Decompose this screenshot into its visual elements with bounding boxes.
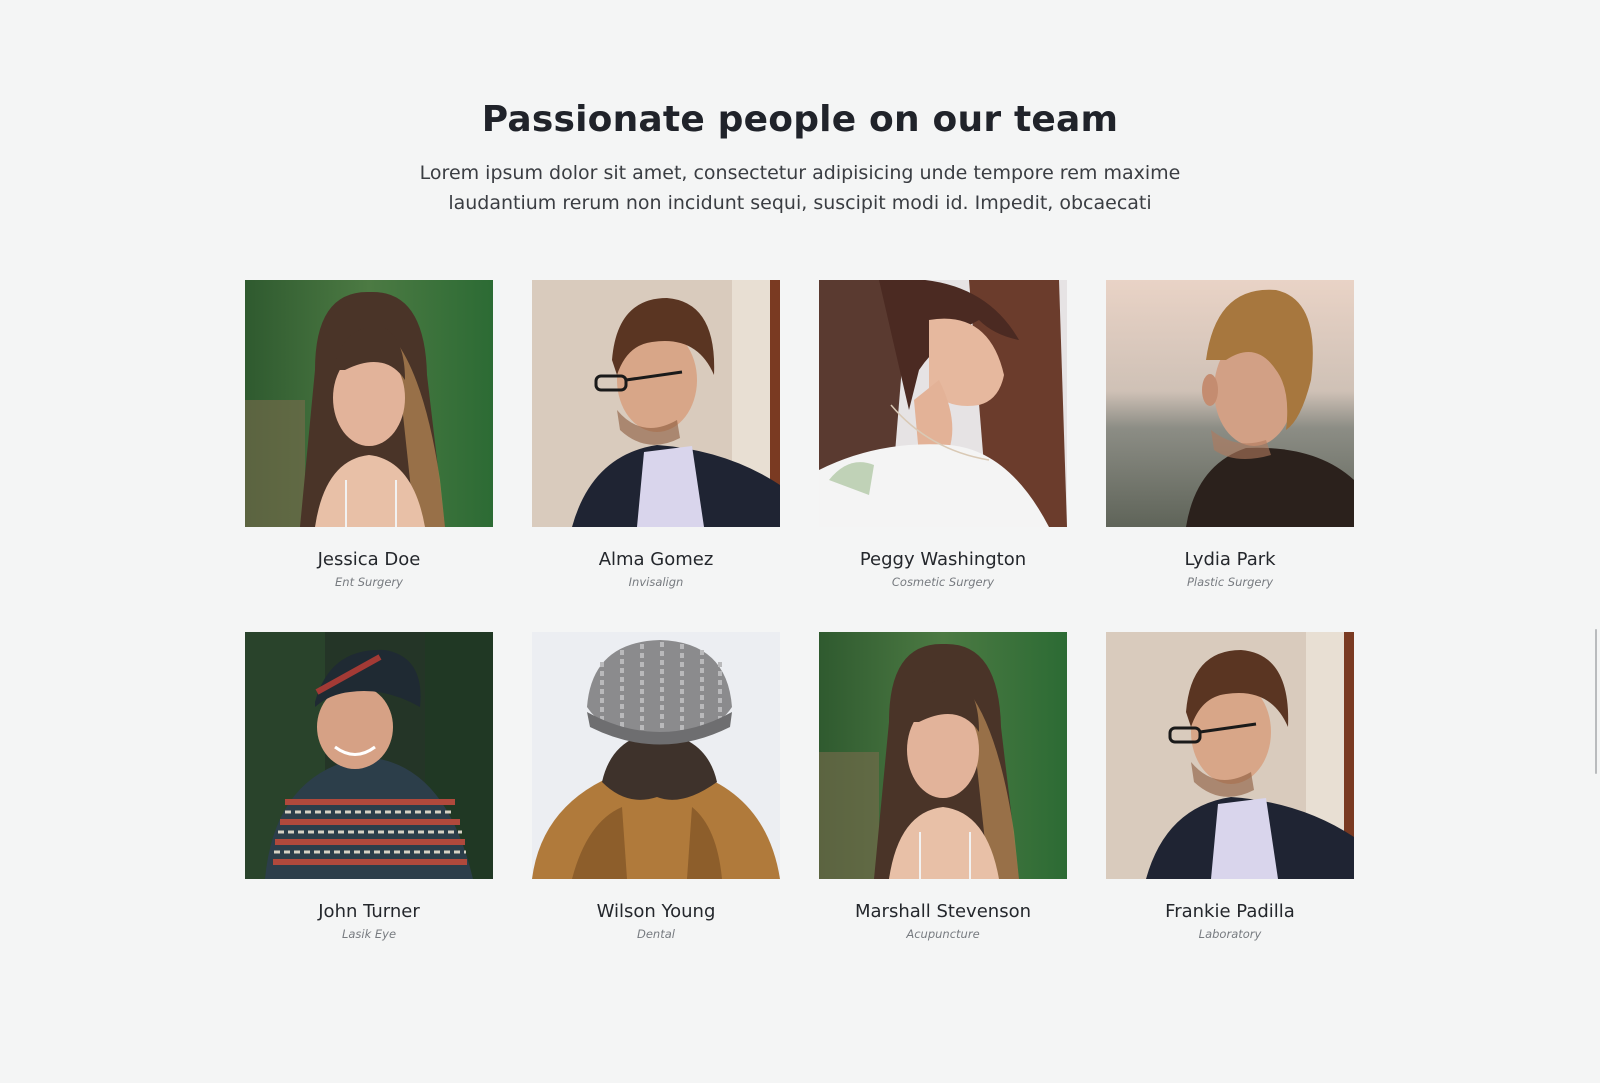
team-member-name[interactable]: Peggy Washington [819,548,1067,572]
photo-knit-hat [532,632,780,879]
team-section: Passionate people on our team Lorem ipsu… [0,0,1600,1083]
team-member-card[interactable]: Marshall Stevenson Acupuncture [819,632,1067,984]
team-member-card[interactable]: John Turner Lasik Eye [245,632,493,984]
photo-man-glasses [1106,632,1354,879]
team-grid: Jessica Doe Ent Surgery Alma Gomez Invis… [245,280,1355,984]
team-member-card[interactable]: Lydia Park Plastic Surgery [1106,280,1354,632]
section-title: Passionate people on our team [481,99,1119,140]
photo-man-beanie [245,632,493,879]
team-member-photo[interactable] [1106,632,1354,879]
team-member-role: Ent Surgery [335,575,403,589]
team-member-card[interactable]: Jessica Doe Ent Surgery [245,280,493,632]
team-member-photo[interactable] [1106,280,1354,527]
team-member-photo[interactable] [819,632,1067,879]
team-member-card[interactable]: Peggy Washington Cosmetic Surgery [819,280,1067,632]
photo-woman-forest [245,280,493,527]
team-member-name[interactable]: John Turner [245,900,493,924]
team-member-name[interactable]: Marshall Stevenson [819,900,1067,924]
team-member-role: Laboratory [1198,927,1262,941]
team-member-role: Plastic Surgery [1186,575,1274,589]
team-member-photo[interactable] [245,280,493,527]
photo-woman-profile [819,280,1067,527]
team-member-name[interactable]: Alma Gomez [532,548,780,572]
photo-man-glasses [532,280,780,527]
team-member-name[interactable]: Wilson Young [532,900,780,924]
team-member-photo[interactable] [245,632,493,879]
team-member-role: Acupuncture [906,927,980,941]
scrollbar-thumb[interactable] [1595,629,1597,774]
team-member-role: Lasik Eye [341,927,397,941]
team-member-card[interactable]: Frankie Padilla Laboratory [1106,632,1354,984]
team-member-photo[interactable] [532,280,780,527]
team-member-role: Dental [637,927,675,941]
team-member-role: Cosmetic Surgery [891,575,995,589]
team-member-name[interactable]: Lydia Park [1106,548,1354,572]
photo-man-back [1106,280,1354,527]
team-member-photo[interactable] [819,280,1067,527]
photo-woman-forest [819,632,1067,879]
team-member-photo[interactable] [532,632,780,879]
team-member-card[interactable]: Wilson Young Dental [532,632,780,984]
section-description: Lorem ipsum dolor sit amet, consectetur … [419,162,1181,214]
team-member-role: Invisalign [628,575,684,589]
team-member-card[interactable]: Alma Gomez Invisalign [532,280,780,632]
team-member-name[interactable]: Frankie Padilla [1106,900,1354,924]
team-member-name[interactable]: Jessica Doe [245,548,493,572]
